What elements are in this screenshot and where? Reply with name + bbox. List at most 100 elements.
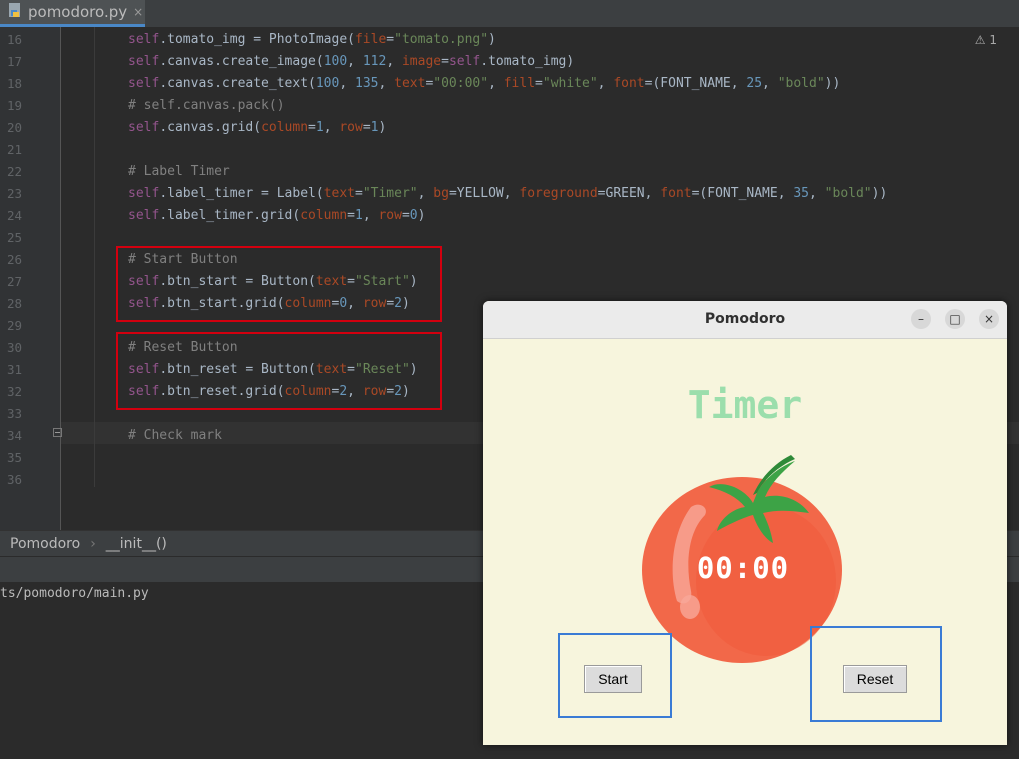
code-token: foreground [519, 186, 598, 201]
code-token: .tomato_img) [480, 54, 575, 69]
line-number: 29 [6, 318, 22, 333]
console-line: ts/pomodoro/main.py [0, 586, 149, 601]
code-token: , [323, 120, 340, 135]
code-token: self [128, 186, 160, 201]
code-token: "00:00" [433, 76, 489, 91]
code-token: 25 [746, 76, 763, 91]
code-line[interactable]: self.canvas.grid(column=1, row=1) [128, 117, 386, 139]
code-token: # Label Timer [128, 164, 230, 179]
code-token: , [378, 76, 395, 91]
python-file-icon [8, 2, 22, 22]
code-token: = [347, 208, 355, 223]
code-token: ) [417, 208, 426, 223]
code-token: image [401, 54, 442, 69]
code-token: self [128, 208, 160, 223]
indent-guide [94, 27, 95, 487]
line-number: 34 [6, 428, 22, 443]
line-number: 20 [6, 120, 22, 135]
code-token: fill [503, 76, 536, 91]
code-token: , [339, 76, 355, 91]
line-number: 16 [6, 32, 22, 47]
code-line[interactable]: self.canvas.create_text(100, 135, text="… [128, 73, 840, 95]
code-token: , [417, 186, 434, 201]
code-token: .label_timer.grid( [159, 208, 301, 223]
code-token: 0 [409, 208, 418, 223]
editor-tab-bar: pomodoro.py × [0, 0, 1019, 28]
code-token: file [354, 32, 387, 47]
code-token: , [809, 186, 825, 201]
fold-marker-icon[interactable] [53, 428, 62, 437]
maximize-button[interactable]: □ [945, 309, 965, 329]
code-token: =(FONT_NAME, [644, 76, 747, 91]
code-token: .tomato_img = PhotoImage( [159, 32, 355, 47]
code-token: .canvas.create_image( [159, 54, 324, 69]
code-token: self [128, 32, 160, 47]
close-tab-icon[interactable]: × [133, 5, 143, 19]
minimize-button[interactable]: – [911, 309, 931, 329]
code-token: text [394, 76, 426, 91]
code-token: =GREEN, [597, 186, 661, 201]
line-number: 33 [6, 406, 22, 421]
code-line[interactable]: self.tomato_img = PhotoImage(file="tomat… [128, 29, 496, 51]
time-display: 00:00 [696, 551, 790, 585]
breadcrumb-method[interactable]: __init__() [106, 536, 167, 552]
timer-label: Timer [687, 383, 803, 427]
code-token: = [355, 186, 363, 201]
code-token: = [441, 54, 449, 69]
line-number: 21 [6, 142, 22, 157]
line-number: 36 [6, 472, 22, 487]
code-token: 135 [355, 76, 379, 91]
line-number: 26 [6, 252, 22, 267]
code-token: )) [824, 76, 841, 91]
code-token: , [762, 76, 778, 91]
code-token: row [339, 120, 363, 135]
code-token: # Check mark [128, 428, 222, 443]
close-icon: × [983, 312, 995, 326]
code-token: "tomato.png" [394, 32, 489, 47]
code-token: =YELLOW, [448, 186, 520, 201]
code-token: = [386, 32, 395, 47]
start-button[interactable]: Start [584, 665, 642, 693]
line-number: 28 [6, 296, 22, 311]
reset-button[interactable]: Reset [843, 665, 907, 693]
code-line[interactable]: # Check mark [128, 425, 222, 447]
line-number: 24 [6, 208, 22, 223]
window-titlebar[interactable]: Pomodoro – □ × [483, 301, 1007, 339]
code-token: , [386, 54, 402, 69]
code-token: , [488, 76, 504, 91]
code-token: "bold" [777, 76, 825, 91]
breadcrumb-class[interactable]: Pomodoro [10, 536, 80, 552]
close-window-button[interactable]: × [979, 309, 999, 329]
code-token: 1 [355, 208, 363, 223]
inspection-warnings[interactable]: ⚠ 1 [975, 33, 997, 47]
code-line[interactable]: # Label Timer [128, 161, 230, 183]
code-token: = [401, 208, 410, 223]
tab-pomodoro-py[interactable]: pomodoro.py × [0, 0, 145, 27]
code-token: .canvas.grid( [159, 120, 262, 135]
code-token: = [362, 120, 371, 135]
code-line[interactable]: self.canvas.create_image(100, 112, image… [128, 51, 574, 73]
code-line[interactable]: self.label_timer = Label(text="Timer", b… [128, 183, 887, 205]
tab-label: pomodoro.py [28, 3, 128, 21]
code-line[interactable]: self.label_timer.grid(column=1, row=0) [128, 205, 425, 227]
warning-count: 1 [989, 33, 997, 47]
code-token: # self.canvas.pack() [128, 98, 285, 113]
reset-button-code-highlight [116, 332, 442, 410]
code-token: =(FONT_NAME, [691, 186, 794, 201]
breadcrumb-separator: › [90, 536, 96, 552]
line-number: 35 [6, 450, 22, 465]
line-number: 32 [6, 384, 22, 399]
minimize-icon: – [918, 312, 924, 326]
line-number: 31 [6, 362, 22, 377]
code-line[interactable]: # self.canvas.pack() [128, 95, 285, 117]
code-token: self [448, 54, 481, 69]
code-token: , [597, 76, 614, 91]
code-token: )) [871, 186, 888, 201]
line-number: 17 [6, 54, 22, 69]
line-number: 23 [6, 186, 22, 201]
code-token: font [613, 76, 645, 91]
code-token: 100 [315, 76, 340, 91]
maximize-icon: □ [949, 312, 961, 326]
code-token: font [660, 186, 692, 201]
code-token: row [378, 208, 402, 223]
